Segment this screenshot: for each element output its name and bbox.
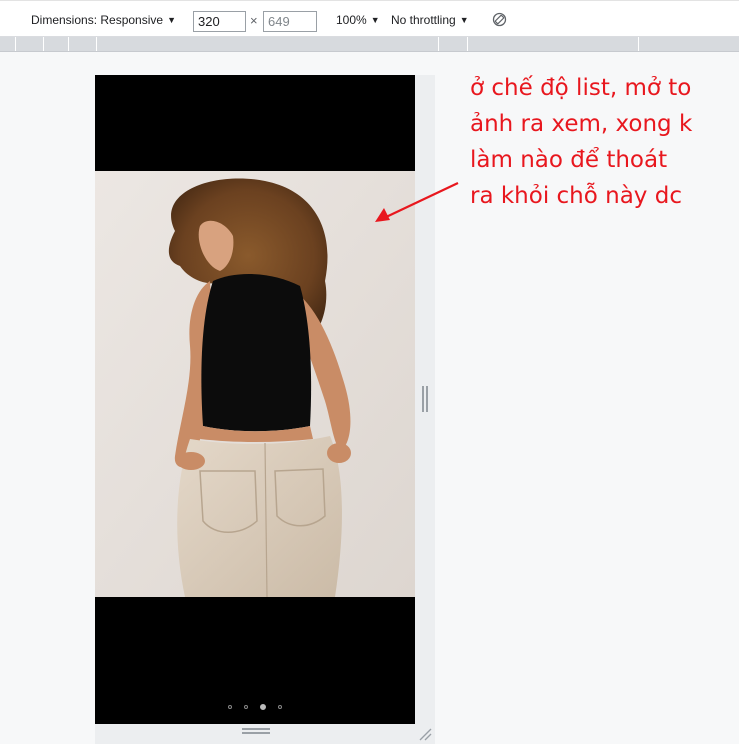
devtools-device-mode: Dimensions: Responsive ▼ 320 × 649 100% … bbox=[0, 0, 739, 744]
product-photo[interactable] bbox=[95, 171, 415, 597]
media-query-ruler[interactable] bbox=[0, 37, 739, 52]
dimensions-label: Dimensions: Responsive bbox=[31, 13, 164, 27]
annotation-line: làm nào để thoát bbox=[470, 147, 668, 173]
carousel-dot[interactable] bbox=[278, 705, 282, 709]
annotation-line: ảnh ra xem, xong k bbox=[470, 111, 693, 137]
rotate-icon bbox=[492, 12, 507, 27]
annotation-arrow-icon bbox=[375, 182, 459, 222]
corner-resize-icon[interactable] bbox=[418, 727, 432, 741]
throttling-dropdown[interactable]: No throttling ▼ bbox=[391, 13, 469, 27]
ruler-segment[interactable] bbox=[43, 37, 44, 51]
ruler-segment[interactable] bbox=[467, 37, 468, 51]
carousel-dots bbox=[95, 703, 415, 711]
bottom-resize-handle[interactable] bbox=[242, 728, 270, 736]
ruler-segment[interactable] bbox=[68, 37, 69, 51]
annotation-line: ở chế độ list, mở to bbox=[470, 75, 692, 101]
throttling-label: No throttling bbox=[391, 13, 456, 27]
ruler-segment[interactable] bbox=[438, 37, 439, 51]
device-toolbar: Dimensions: Responsive ▼ 320 × 649 100% … bbox=[0, 0, 739, 37]
times-separator: × bbox=[250, 13, 258, 28]
dimensions-dropdown[interactable]: Dimensions: Responsive ▼ bbox=[31, 13, 176, 27]
annotation-line: ra khỏi chỗ này dc bbox=[470, 183, 682, 209]
dropdown-caret-icon: ▼ bbox=[167, 15, 176, 25]
dropdown-caret-icon: ▼ bbox=[370, 15, 380, 25]
emulated-viewport[interactable] bbox=[95, 75, 415, 724]
right-resize-handle[interactable] bbox=[421, 386, 429, 412]
zoom-dropdown[interactable]: 100% ▼ bbox=[336, 13, 380, 27]
height-input[interactable]: 649 bbox=[263, 11, 317, 32]
rotate-button[interactable] bbox=[492, 12, 507, 27]
ruler-segment[interactable] bbox=[638, 37, 639, 51]
carousel-dot[interactable] bbox=[244, 705, 248, 709]
ruler-segment[interactable] bbox=[15, 37, 16, 51]
dropdown-caret-icon: ▼ bbox=[459, 15, 469, 25]
carousel-dot-active[interactable] bbox=[260, 704, 266, 710]
ruler-segment[interactable] bbox=[96, 37, 97, 51]
carousel-dot[interactable] bbox=[228, 705, 232, 709]
width-input[interactable]: 320 bbox=[193, 11, 246, 32]
zoom-label: 100% bbox=[336, 13, 367, 27]
annotation-text: ở chế độ list, mở to ảnh ra xem, xong k … bbox=[470, 70, 730, 214]
